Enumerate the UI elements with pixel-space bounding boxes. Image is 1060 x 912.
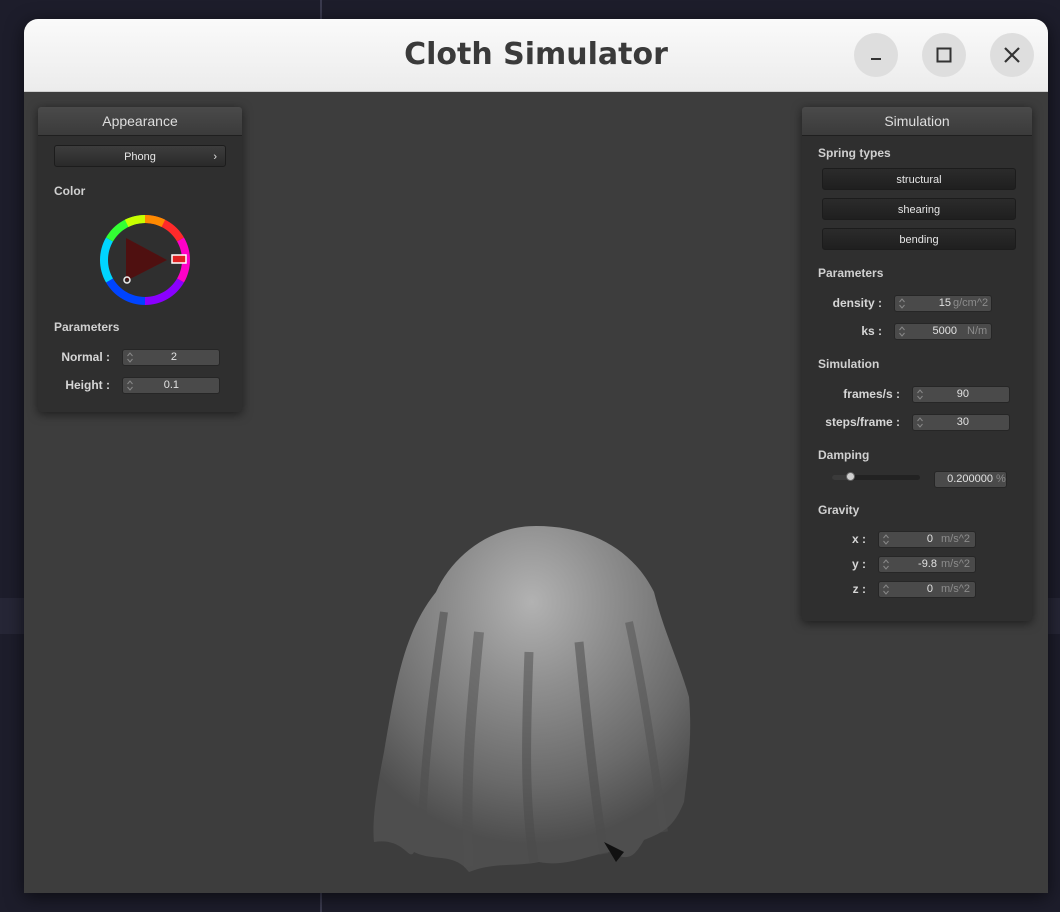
desktop-band (1048, 598, 1060, 634)
spinner-arrows-icon[interactable] (882, 532, 890, 547)
damping-slider-handle[interactable] (845, 472, 855, 481)
close-button[interactable] (990, 33, 1034, 77)
density-label: density : (832, 296, 882, 310)
maximize-button[interactable] (922, 33, 966, 77)
gravity-x-label: x : (851, 532, 866, 546)
render-viewport[interactable]: Appearance Phong › Color Parameters Norm… (24, 92, 1048, 893)
color-wheel[interactable] (95, 210, 195, 310)
spring-bending-button[interactable]: bending (822, 228, 1016, 250)
gravity-z-field[interactable]: 0 m/s^2 (878, 581, 976, 598)
fps-value: 90 (956, 388, 969, 400)
fps-label: frames/s : (843, 387, 900, 401)
damping-label: Damping (818, 448, 870, 462)
desktop-divider (320, 0, 322, 19)
gravity-y-field[interactable]: -9.8 m/s^2 (878, 556, 976, 573)
ks-unit: N/m (967, 325, 988, 337)
gravity-y-unit: m/s^2 (941, 558, 970, 570)
desktop-divider (320, 893, 322, 912)
normal-field[interactable]: 2 (122, 349, 220, 366)
shader-select-button[interactable]: Phong › (54, 145, 226, 167)
ks-label: ks : (861, 324, 882, 338)
minimize-button[interactable] (854, 33, 898, 77)
gravity-x-unit: m/s^2 (941, 533, 970, 545)
minimize-icon (871, 58, 881, 60)
fps-field[interactable]: 90 (912, 386, 1010, 403)
steps-value: 30 (956, 416, 969, 428)
normal-label: Normal : (61, 350, 110, 364)
height-value: 0.1 (163, 379, 179, 391)
density-field[interactable]: 15 g/cm^2 (894, 295, 992, 312)
simulation-panel: Simulation Spring types structural shear… (802, 107, 1032, 621)
desktop-band (0, 598, 24, 634)
spinner-arrows-icon[interactable] (126, 350, 134, 365)
chevron-right-icon: › (213, 151, 217, 163)
gravity-x-field[interactable]: 0 m/s^2 (878, 531, 976, 548)
sim-parameters-label: Parameters (818, 266, 884, 280)
spinner-arrows-icon[interactable] (898, 324, 906, 339)
steps-label: steps/frame : (825, 415, 900, 429)
density-unit: g/cm^2 (953, 297, 989, 309)
appearance-panel-title[interactable]: Appearance (38, 107, 242, 136)
height-field[interactable]: 0.1 (122, 377, 220, 394)
spinner-arrows-icon[interactable] (898, 296, 906, 311)
appearance-parameters-label: Parameters (54, 320, 120, 334)
app-window: Cloth Simulator Appearance Phong › Color… (24, 19, 1048, 893)
gravity-z-value: 0 (926, 583, 933, 595)
spring-shearing-button[interactable]: shearing (822, 198, 1016, 220)
gravity-label: Gravity (818, 503, 860, 517)
spring-structural-button[interactable]: structural (822, 168, 1016, 190)
height-label: Height : (65, 378, 110, 392)
gravity-y-label: y : (851, 557, 866, 571)
gravity-z-unit: m/s^2 (941, 583, 970, 595)
spring-types-label: Spring types (818, 146, 891, 160)
damping-slider[interactable] (832, 472, 920, 481)
simulation-panel-title[interactable]: Simulation (802, 107, 1032, 136)
ks-field[interactable]: 5000 N/m (894, 323, 992, 340)
gravity-x-value: 0 (926, 533, 933, 545)
color-section-label: Color (54, 184, 86, 198)
density-value: 15 (938, 297, 951, 309)
title-bar[interactable]: Cloth Simulator (24, 19, 1048, 92)
damping-field[interactable]: 0.200000 % (934, 471, 1007, 488)
steps-field[interactable]: 30 (912, 414, 1010, 431)
close-icon (1004, 47, 1020, 63)
simulation-section-label: Simulation (818, 357, 880, 371)
spinner-arrows-icon[interactable] (916, 415, 924, 430)
normal-value: 2 (170, 351, 177, 363)
damping-value: 0.200000 (947, 473, 993, 485)
gravity-y-value: -9.8 (918, 558, 937, 570)
gravity-z-label: z : (852, 582, 866, 596)
appearance-panel: Appearance Phong › Color Parameters Norm… (38, 107, 242, 412)
spinner-arrows-icon[interactable] (882, 557, 890, 572)
shader-select-label: Phong (124, 151, 156, 163)
damping-unit: % (996, 473, 1006, 485)
spinner-arrows-icon[interactable] (882, 582, 890, 597)
ks-value: 5000 (932, 325, 957, 337)
spinner-arrows-icon[interactable] (916, 387, 924, 402)
maximize-icon (936, 47, 952, 63)
spinner-arrows-icon[interactable] (126, 378, 134, 393)
